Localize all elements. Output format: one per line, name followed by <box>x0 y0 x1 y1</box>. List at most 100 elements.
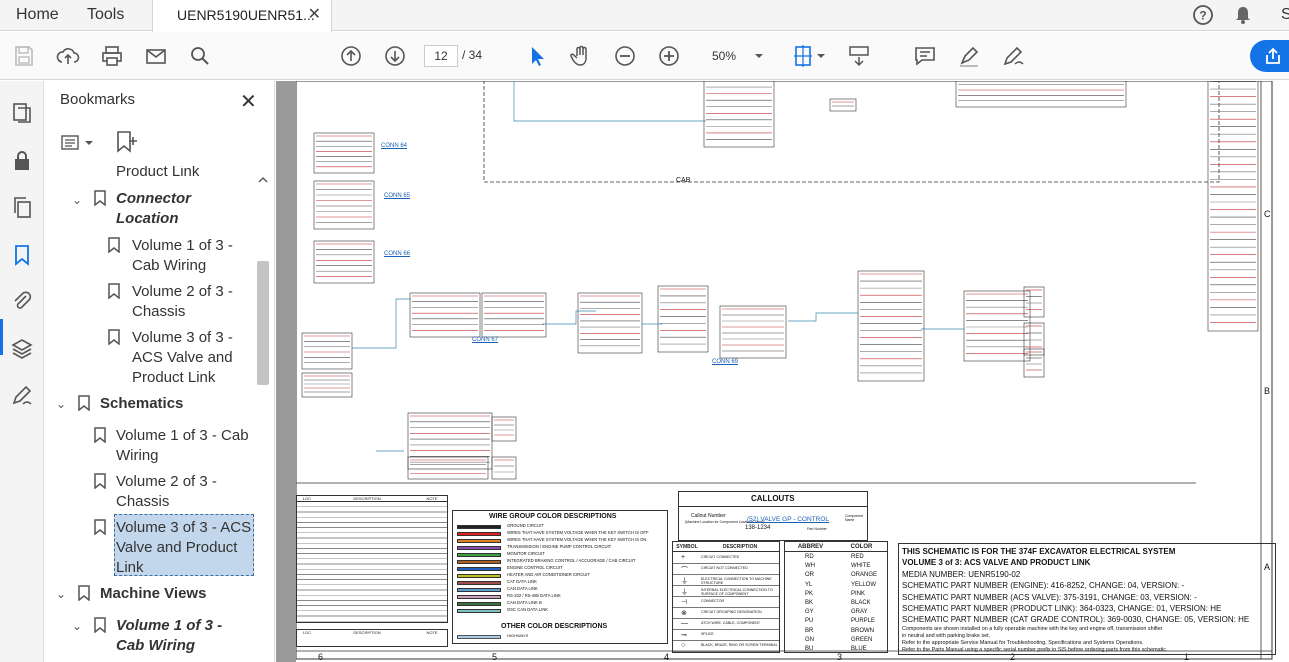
add-bookmark-button[interactable] <box>114 129 138 155</box>
help-icon[interactable]: ? <box>1192 4 1214 26</box>
abbrev-code: RD <box>805 554 814 560</box>
wire-color-swatch <box>457 539 501 543</box>
highlight-pen-icon[interactable] <box>957 44 981 68</box>
sign-icon[interactable] <box>1001 44 1025 68</box>
page-number-input[interactable]: 12 <box>424 45 458 67</box>
bookmark-item[interactable]: Volume 2 of 3 - Chassis <box>132 282 242 322</box>
callout-example: (52) VALVE GP - CONTROL <box>747 516 829 523</box>
loc-header: LOC <box>302 496 312 501</box>
zoom-out-icon[interactable] <box>613 44 637 68</box>
zone-letter: B <box>1264 386 1271 396</box>
chevron-down-icon[interactable]: ⌄ <box>56 587 66 601</box>
callouts-box: CALLOUTS Callout Number (Machine Locatio… <box>678 491 868 541</box>
abbrev-color-name: ORANGE <box>851 572 878 579</box>
share-button[interactable] <box>1250 40 1289 72</box>
tab-document[interactable]: UENR5190UENR51... ✕ <box>152 0 332 32</box>
bookmark-options-button[interactable] <box>60 131 100 155</box>
bookmark-icon <box>108 329 120 345</box>
copy-pages-icon[interactable] <box>10 195 34 219</box>
bookmark-item[interactable]: Product Link <box>116 166 246 182</box>
symbol-row-divider <box>673 618 779 619</box>
schematic-connector-block <box>1207 81 1259 332</box>
abbrev-code: BR <box>805 627 814 634</box>
abbrev-color-name: PINK <box>851 590 866 597</box>
email-icon[interactable] <box>144 44 168 68</box>
symbol-row-divider <box>673 629 779 630</box>
layers-icon[interactable] <box>10 337 34 361</box>
bookmark-icon <box>94 190 106 206</box>
abbrev-code: WH <box>805 563 815 570</box>
zone-letter: C <box>1264 209 1271 219</box>
bookmark-item[interactable]: Volume 2 of 3 - Chassis <box>116 472 236 512</box>
left-tool-rail <box>0 81 44 662</box>
pages-icon[interactable] <box>10 101 34 125</box>
lock-icon[interactable] <box>10 149 34 173</box>
cloud-upload-icon[interactable] <box>56 44 80 68</box>
wire-group-label: CAT DATA LINK <box>507 579 537 584</box>
select-cursor-icon[interactable] <box>525 44 549 68</box>
comment-icon[interactable] <box>913 44 937 68</box>
bookmark-item[interactable]: Volume 1 of 3 - Cab Wiring <box>116 426 256 466</box>
bookmark-item[interactable]: Volume 1 of 3 - Cab Wiring <box>132 236 242 276</box>
chevron-down-icon[interactable]: ⌄ <box>72 193 82 207</box>
bookmark-item-selected[interactable]: Volume 3 of 3 - ACS Valve and Product Li… <box>116 518 254 578</box>
user-avatar[interactable]: S <box>1281 0 1289 31</box>
abbrev-table: ABBREV COLOR RD RED WH WHITE OR ORANGE YL YELLO… <box>784 541 888 653</box>
zoom-in-icon[interactable] <box>657 44 681 68</box>
previous-page-icon[interactable] <box>339 44 363 68</box>
conn-label[interactable]: CONN 67 <box>472 337 498 343</box>
save-icon[interactable] <box>12 44 36 68</box>
wire-group-label: INTEGRATED BRAKING CONTROL / ACCUGRADE /… <box>507 558 636 563</box>
symbol-row-divider <box>673 585 779 586</box>
bookmark-icon[interactable] <box>10 243 34 267</box>
signatures-icon[interactable] <box>10 383 34 407</box>
wire-color-swatch <box>457 581 501 585</box>
abbrev-code: YL <box>805 581 813 588</box>
print-icon[interactable] <box>100 44 124 68</box>
fit-page-icon[interactable] <box>792 44 828 68</box>
document-viewport[interactable]: CONN 64 CONN 65 CONN 66 CONN 67 CONN 69 … <box>276 81 1289 662</box>
bookmark-item[interactable]: Volume 3 of 3 - ACS Valve and Product Li… <box>132 328 242 388</box>
symbol-description: CONNECTOR <box>701 599 725 603</box>
chevron-down-icon[interactable]: ⌄ <box>56 397 66 411</box>
symbol-description: BLACK, BRAZE, RING OR SCREW TERMINAL <box>701 643 778 647</box>
wire-group-label: WIRES THAT HAVE SYSTEM VOLTAGE WHEN THE … <box>507 530 649 535</box>
rail-active-indicator <box>0 319 3 355</box>
conn-label[interactable]: CONN 64 <box>381 143 407 149</box>
schematic-connector-block <box>1023 322 1045 356</box>
abbrev-code: PK <box>805 590 814 597</box>
bookmarks-tree: Product Link ⌄ Connector Location Volume… <box>44 166 275 662</box>
info-line: SCHEMATIC PART NUMBER (PRODUCT LINK): 36… <box>902 604 1222 613</box>
conn-label[interactable]: CONN 69 <box>712 359 738 365</box>
attachment-icon[interactable] <box>10 289 34 313</box>
other-color-item: HIGHWAYS <box>507 633 529 638</box>
wire-group-label: CAN DATA LINK <box>507 586 538 591</box>
bookmark-item[interactable]: Volume 1 of 3 - Cab Wiring <box>116 616 236 656</box>
bookmark-item-schematics[interactable]: Schematics <box>100 394 240 414</box>
callout-part: 138-1234 <box>745 525 771 531</box>
close-tab-icon[interactable]: ✕ <box>308 0 321 30</box>
hand-tool-icon[interactable] <box>569 44 593 68</box>
description-col: DESCRIPTION <box>722 544 758 550</box>
tab-home[interactable]: Home <box>16 0 59 31</box>
chevron-down-icon[interactable]: ⌄ <box>72 619 82 633</box>
abbrev-code: BK <box>805 600 814 606</box>
callouts-title: CALLOUTS <box>751 494 795 503</box>
schematic-connector-block <box>301 372 353 398</box>
schematic-connector-block <box>1023 286 1045 318</box>
conn-label[interactable]: CONN 66 <box>384 251 410 257</box>
zoom-level-dropdown[interactable]: 50% <box>702 45 772 67</box>
symbol-description: CIRCUIT NOT CONNECTED <box>701 566 748 570</box>
scroll-mode-icon[interactable] <box>847 44 871 68</box>
search-icon[interactable] <box>188 44 212 68</box>
conn-label[interactable]: CONN 65 <box>384 193 410 199</box>
notification-bell-icon[interactable] <box>1233 5 1253 25</box>
info-note: in neutral and with parking brake set. <box>902 633 991 639</box>
close-panel-icon[interactable]: ✕ <box>240 89 257 114</box>
next-page-icon[interactable] <box>383 44 407 68</box>
bookmark-item-machine-views[interactable]: Machine Views <box>100 584 240 604</box>
wire-color-swatch <box>457 560 501 564</box>
tab-tools[interactable]: Tools <box>87 0 124 31</box>
abbrev-color-name: BROWN <box>851 627 874 634</box>
bookmark-item-connector-location[interactable]: Connector Location <box>116 189 236 229</box>
